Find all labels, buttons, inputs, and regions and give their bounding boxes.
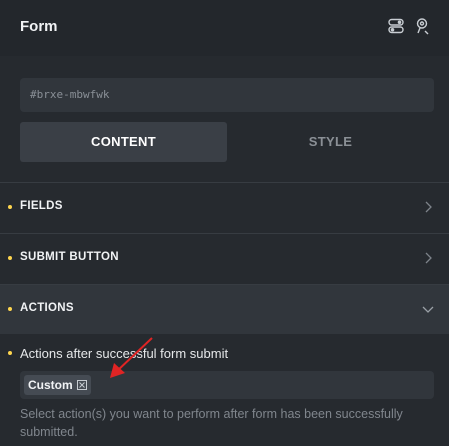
indicator-dot [8, 205, 12, 209]
section-label: FIELDS [20, 200, 63, 212]
chevron-down-icon [421, 302, 435, 316]
section-label: ACTIONS [20, 302, 74, 314]
selected-action-tag[interactable]: Custom [24, 375, 91, 395]
chevron-right-icon [421, 251, 435, 265]
tab-content[interactable]: CONTENT [20, 122, 227, 162]
tag-label: Custom [28, 378, 73, 392]
indicator-dot [8, 256, 12, 260]
element-id-field[interactable]: #brxe-mbwfwk [20, 78, 434, 112]
section-submit-button[interactable]: SUBMIT BUTTON [0, 233, 449, 283]
toggle-layout-icon[interactable] [386, 16, 406, 36]
panel-title: Form [20, 18, 58, 35]
remove-tag-icon[interactable] [76, 380, 87, 390]
panel-header: Form [0, 0, 449, 56]
chevron-right-icon [421, 200, 435, 214]
section-fields[interactable]: FIELDS [0, 182, 449, 232]
annotation-arrow-icon [110, 337, 153, 378]
section-label: SUBMIT BUTTON [20, 251, 119, 263]
actions-select[interactable]: Custom [20, 371, 434, 399]
indicator-dot [8, 351, 12, 355]
indicator-dot [8, 307, 12, 311]
section-actions[interactable]: ACTIONS [0, 284, 449, 334]
pin-icon[interactable] [412, 16, 432, 36]
tab-style[interactable]: STYLE [227, 122, 434, 162]
actions-help-text: Select action(s) you want to perform aft… [20, 407, 403, 439]
